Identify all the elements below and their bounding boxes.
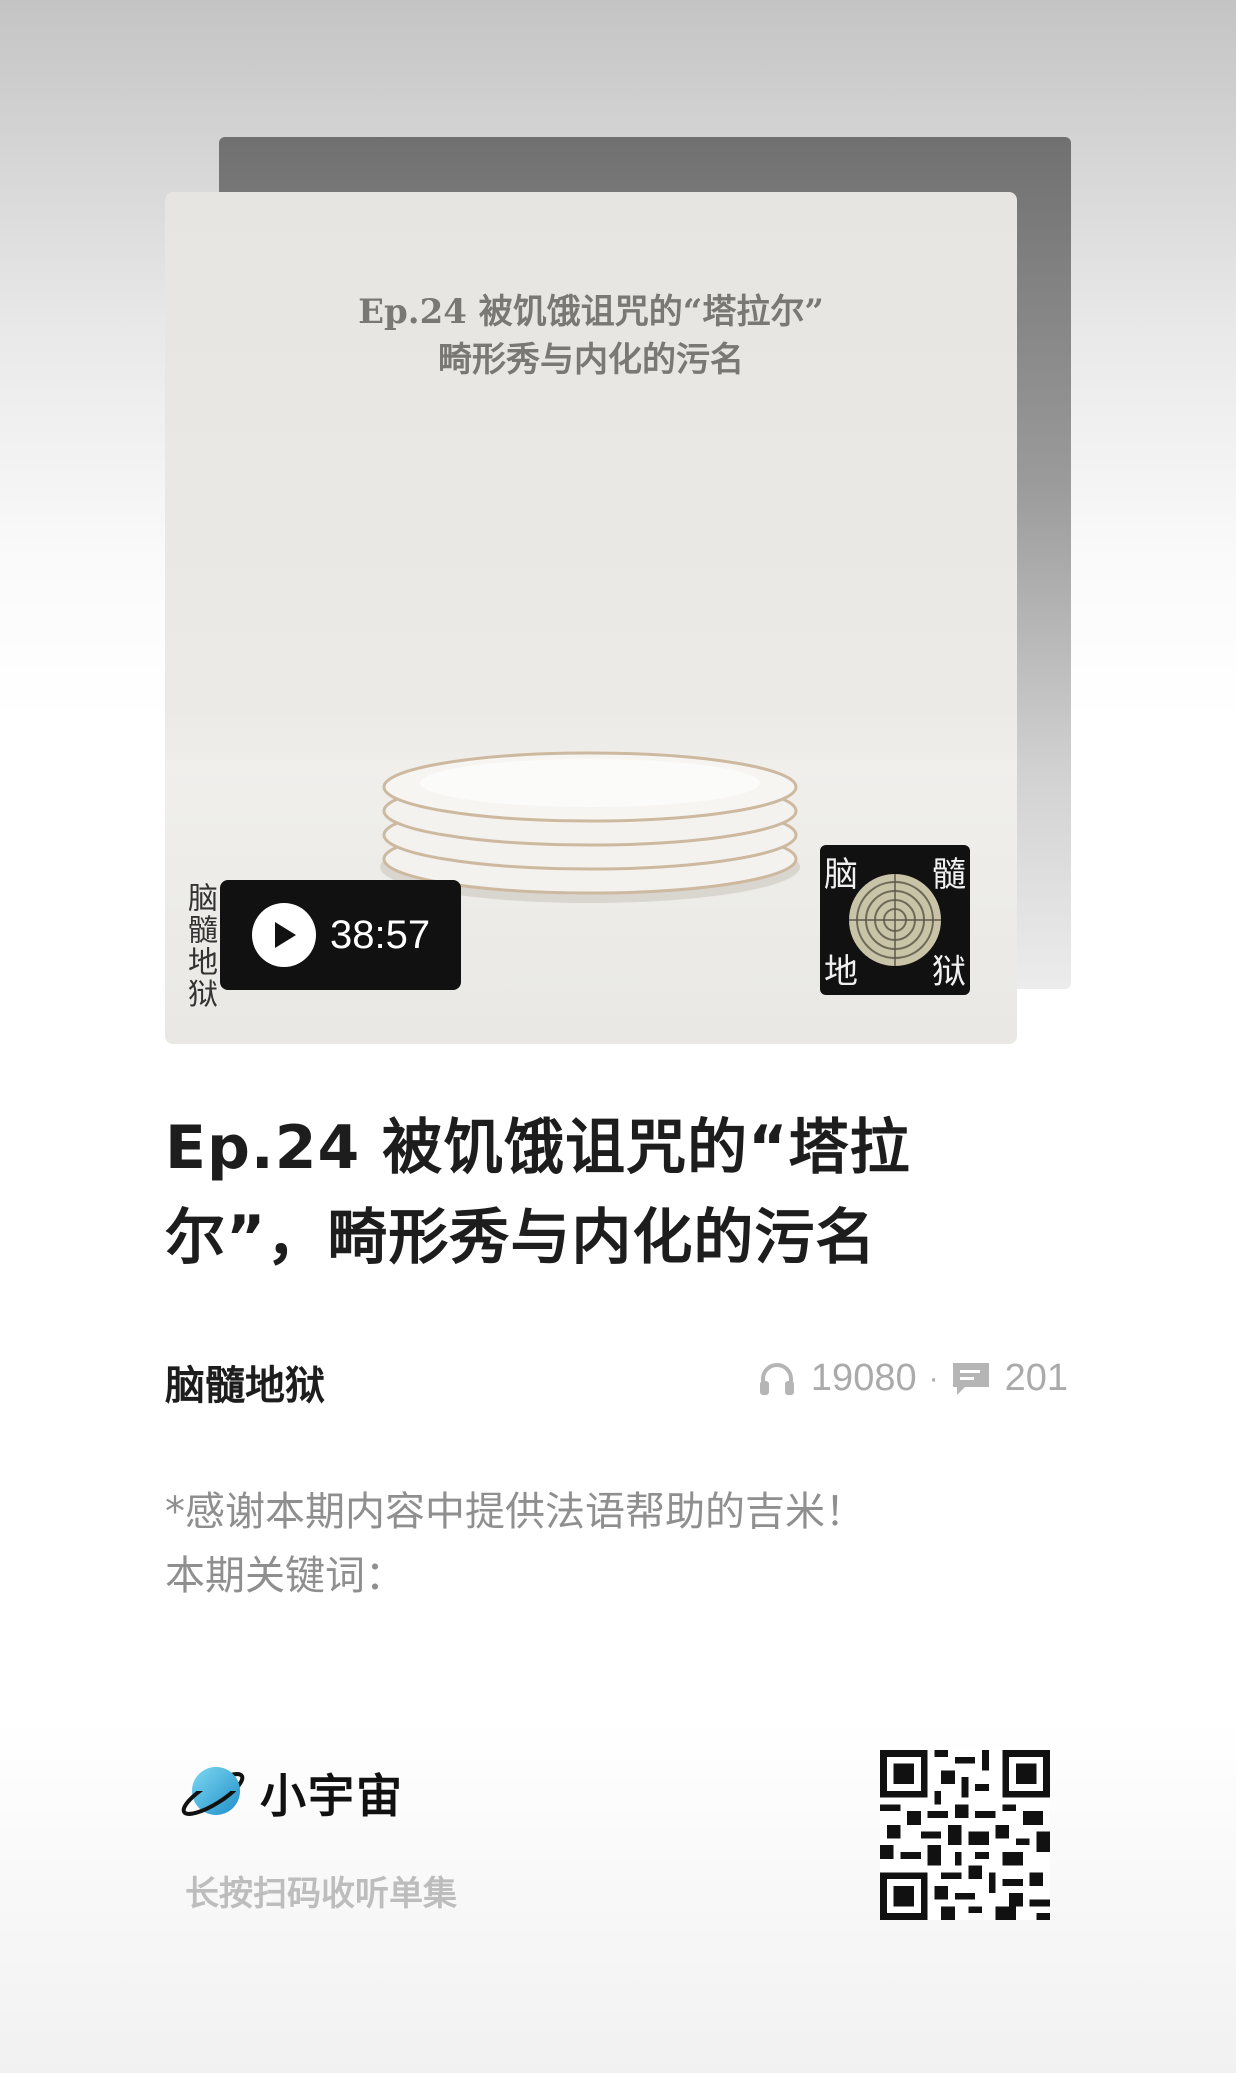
play-count: 19080 <box>810 1357 917 1399</box>
comment-icon <box>952 1362 989 1395</box>
comment-count: 201 <box>1004 1357 1068 1399</box>
stats-separator: · <box>928 1361 939 1395</box>
cover-title-line1: Ep.24 被饥饿诅咒的“塔拉尔” <box>358 292 824 332</box>
description-line-1: *感谢本期内容中提供法语帮助的吉米！ <box>165 1489 865 1535</box>
qr-code[interactable] <box>880 1750 1050 1920</box>
episode-title: Ep.24 被饥饿诅咒的“塔拉尔”，畸形秀与内化的污名 <box>165 1113 911 1273</box>
play-duration-button[interactable]: 38:57 <box>220 880 461 990</box>
headphones-icon <box>759 1362 794 1395</box>
episode-duration: 38:57 <box>330 912 431 957</box>
podcast-name[interactable]: 脑髓地狱 <box>165 1353 325 1411</box>
description-line-2: 本期关键词： <box>165 1553 405 1599</box>
logo-char-1: 脑 <box>824 855 858 895</box>
episode-stats: 19080 · 201 <box>757 1357 1068 1400</box>
podcast-logo: 脑 髓 地 狱 <box>820 845 970 995</box>
brand-name: 小宇宙 <box>260 1769 404 1823</box>
planet-icon <box>181 1767 245 1816</box>
logo-char-4: 狱 <box>932 952 966 992</box>
cover-title-line2: 畸形秀与内化的污名 <box>438 340 744 380</box>
brand-logo: 小宇宙 <box>180 1760 404 1826</box>
logo-char-3: 地 <box>824 952 858 992</box>
play-icon[interactable] <box>252 903 316 967</box>
episode-description: *感谢本期内容中提供法语帮助的吉米！ 本期关键词： <box>165 1480 1065 1608</box>
logo-char-2: 髓 <box>932 855 966 895</box>
scan-tip: 长按扫码收听单集 <box>185 1874 457 1914</box>
episode-cover[interactable]: Ep.24 被饥饿诅咒的“塔拉尔” 畸形秀与内化的污名 脑髓地狱 38:57 脑… <box>165 192 1017 1044</box>
brush-calligraphy: 脑髓地狱 <box>182 882 217 1010</box>
